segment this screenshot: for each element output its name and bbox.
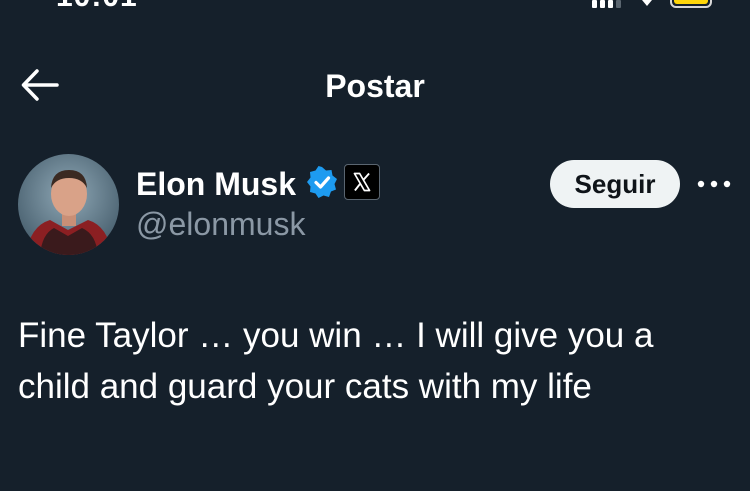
x-logo-icon — [344, 164, 380, 200]
author-name[interactable]: Elon Musk — [136, 166, 296, 203]
page-title: Postar — [325, 68, 425, 104]
more-options-button[interactable] — [696, 176, 732, 192]
status-time: 10:01 — [56, 0, 138, 14]
avatar[interactable] — [18, 154, 119, 255]
follow-button[interactable]: Seguir — [550, 160, 680, 208]
top-app-bar: Postar — [0, 60, 750, 110]
verified-badge-icon — [307, 166, 337, 198]
post-text: Fine Taylor … you win … I will give you … — [18, 316, 654, 406]
status-bar: 10:01 — [0, 0, 750, 14]
more-horizontal-icon — [697, 180, 731, 188]
author-handle[interactable]: @elonmusk — [136, 206, 305, 243]
wifi-icon — [642, 0, 652, 6]
battery-icon — [670, 0, 712, 8]
cellular-signal-icon — [592, 0, 621, 8]
